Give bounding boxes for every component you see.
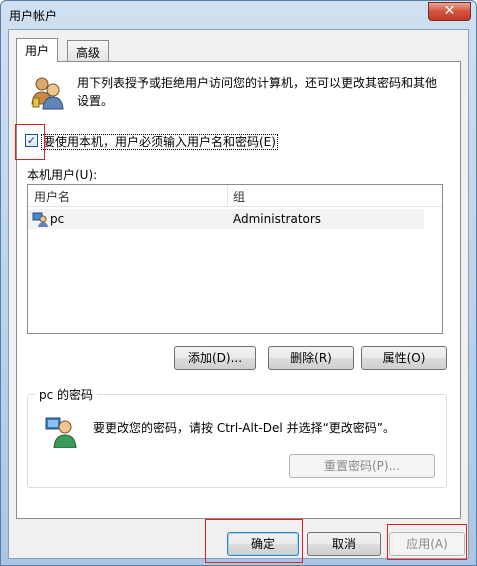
users-list[interactable]: 用户名 组 pc Administrators [27,184,443,334]
close-button[interactable]: ✕ [428,2,471,21]
tab-advanced-label: 高级 [76,46,101,60]
annotation-box-checkbox [15,124,45,160]
tab-advanced[interactable]: 高级 [67,40,110,62]
close-icon: ✕ [443,3,456,19]
cancel-button[interactable]: 取消 [307,532,381,556]
column-header-username[interactable]: 用户名 [34,188,70,205]
password-instructions: 要更改您的密码，请按 Ctrl-Alt-Del 并选择“更改密码”。 [93,421,396,435]
user-name-cell: pc [50,212,65,226]
tab-users-label: 用户 [25,44,50,58]
user-group-cell: Administrators [233,212,322,226]
add-user-button[interactable]: 添加(D)... [174,346,256,370]
table-row[interactable]: pc Administrators [28,209,424,229]
require-password-label[interactable]: 要使用本机，用户必须输入用户名和密码(E) [41,133,278,150]
password-group-title: pc 的密码 [35,386,98,403]
column-header-group[interactable]: 组 [233,188,245,205]
tab-users[interactable]: 用户 [16,38,59,62]
remove-user-button[interactable]: 删除(R) [268,346,354,370]
dialog-body: 用户 高级 用下列表授予或拒绝用户访问您的计算机，还可以更改其密码和其他设置。 … [8,29,469,563]
column-divider[interactable] [227,185,228,207]
users-tab-panel: 用下列表授予或拒绝用户访问您的计算机，还可以更改其密码和其他设置。 ✓ 要使用本… [15,61,461,519]
user-accounts-window: 用户帐户 ✕ 用户 高级 用下列表授予或拒绝用户访问您的计算机，还可以更改其密码… [0,0,477,566]
annotation-box-apply [387,524,467,560]
reset-password-button[interactable]: 重置密码(P)... [289,454,435,478]
users-icon [31,77,64,110]
require-password-label-text: 要使用本机，用户必须输入用户名和密码(E) [41,134,278,150]
properties-button[interactable]: 属性(O) [361,346,447,370]
window-title: 用户帐户 [9,9,58,23]
local-users-label: 本机用户(U): [27,168,98,182]
title-bar[interactable]: 用户帐户 ✕ [1,1,476,29]
intro-text: 用下列表授予或拒绝用户访问您的计算机，还可以更改其密码和其他设置。 [77,76,438,108]
users-list-header: 用户名 组 [28,185,442,207]
user-icon [32,212,48,227]
annotation-box-ok [205,519,303,563]
user-key-icon [45,417,77,448]
